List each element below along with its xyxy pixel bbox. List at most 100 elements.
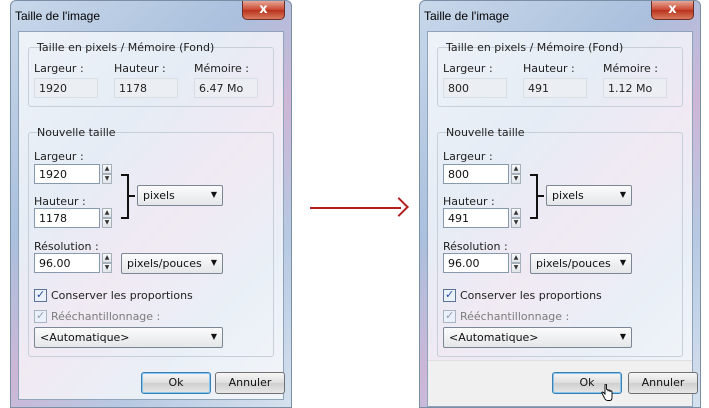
link-bracket-tick xyxy=(538,195,544,197)
spin-down-icon[interactable]: ▼ xyxy=(102,263,112,273)
width-readonly-value: 800 xyxy=(443,78,507,98)
height-spinner[interactable]: ▲ ▼ xyxy=(511,208,521,228)
width-label: Largeur : xyxy=(34,150,84,163)
spin-up-icon[interactable]: ▲ xyxy=(102,208,112,218)
units-select[interactable]: pixels ▼ xyxy=(137,185,223,206)
checkmark-icon: ✓ xyxy=(445,309,455,322)
height-label: Hauteur : xyxy=(34,195,86,208)
link-bracket-tick xyxy=(129,195,135,197)
title-bar: Taille de l'image x xyxy=(11,1,291,29)
resample-label: Rééchantillonnage : xyxy=(51,310,161,323)
height-label: Hauteur : xyxy=(443,195,495,208)
cancel-button[interactable]: Annuler xyxy=(628,372,698,394)
memory-readonly-value: 6.47 Mo xyxy=(194,78,258,98)
width-spinner[interactable]: ▲ ▼ xyxy=(102,164,112,184)
keep-proportions-label[interactable]: Conserver les proportions xyxy=(460,289,602,302)
keep-proportions-label[interactable]: Conserver les proportions xyxy=(51,289,193,302)
width-readonly-label: Largeur : xyxy=(443,62,493,75)
title-bar: Taille de l'image x xyxy=(420,1,700,29)
height-input[interactable] xyxy=(34,208,100,228)
resolution-spinner[interactable]: ▲ ▼ xyxy=(511,253,521,273)
height-spinner[interactable]: ▲ ▼ xyxy=(102,208,112,228)
units-select[interactable]: pixels ▼ xyxy=(546,185,632,206)
chevron-down-icon: ▼ xyxy=(210,190,217,199)
units-select-value: pixels xyxy=(552,189,584,202)
transition-arrow-icon xyxy=(389,197,409,217)
spin-down-icon[interactable]: ▼ xyxy=(511,218,521,228)
height-readonly-label: Hauteur : xyxy=(523,62,575,75)
memory-group: Taille en pixels / Mémoire (Fond) Largeu… xyxy=(28,41,274,107)
height-readonly-label: Hauteur : xyxy=(114,62,166,75)
new-size-group-title: Nouvelle taille xyxy=(446,126,525,139)
spin-up-icon[interactable]: ▲ xyxy=(511,208,521,218)
checkmark-icon: ✓ xyxy=(445,288,455,301)
close-button[interactable]: x xyxy=(651,1,694,20)
memory-readonly-label: Mémoire : xyxy=(603,62,659,75)
link-bracket-icon xyxy=(121,174,129,219)
resolution-label: Résolution : xyxy=(34,240,99,253)
height-input[interactable] xyxy=(443,208,509,228)
ok-button[interactable]: Ok xyxy=(141,372,211,394)
memory-readonly-label: Mémoire : xyxy=(194,62,250,75)
transition-arrow-line xyxy=(310,207,401,209)
resample-label: Rééchantillonnage : xyxy=(460,310,570,323)
width-readonly-label: Largeur : xyxy=(34,62,84,75)
memory-group: Taille en pixels / Mémoire (Fond) Largeu… xyxy=(437,41,683,107)
dialog-title: Taille de l'image xyxy=(15,9,101,23)
keep-proportions-checkbox[interactable]: ✓ xyxy=(443,288,456,302)
spin-down-icon[interactable]: ▼ xyxy=(102,174,112,184)
link-bracket-icon xyxy=(530,174,538,219)
width-readonly-value: 1920 xyxy=(34,78,98,98)
spin-up-icon[interactable]: ▲ xyxy=(511,253,521,263)
dialog-client-area: Taille en pixels / Mémoire (Fond) Largeu… xyxy=(18,31,285,400)
spin-up-icon[interactable]: ▲ xyxy=(102,164,112,174)
chevron-down-icon: ▼ xyxy=(210,332,217,341)
width-spinner[interactable]: ▲ ▼ xyxy=(511,164,521,184)
width-input[interactable] xyxy=(443,164,509,184)
checkmark-icon: ✓ xyxy=(36,288,46,301)
height-readonly-value: 1178 xyxy=(114,78,178,98)
resolution-label: Résolution : xyxy=(443,240,508,253)
keep-proportions-checkbox[interactable]: ✓ xyxy=(34,288,47,302)
spin-down-icon[interactable]: ▼ xyxy=(511,263,521,273)
cancel-button[interactable]: Annuler xyxy=(215,372,285,394)
resolution-unit-value: pixels/pouces xyxy=(536,257,611,270)
spin-up-icon[interactable]: ▲ xyxy=(511,164,521,174)
new-size-group: Nouvelle taille Largeur : ▲ ▼ Hauteur : … xyxy=(28,126,274,357)
close-button[interactable]: x xyxy=(242,1,285,20)
dialog-title: Taille de l'image xyxy=(424,9,510,23)
resample-select-value: <Automatique> xyxy=(40,331,130,344)
resample-select[interactable]: <Automatique> ▼ xyxy=(34,327,223,348)
units-select-value: pixels xyxy=(143,189,175,202)
dialog-window-after: Taille de l'image x Taille en pixels / M… xyxy=(419,0,701,408)
resolution-unit-value: pixels/pouces xyxy=(127,257,202,270)
resample-checkbox: ✓ xyxy=(34,309,47,323)
resolution-input[interactable] xyxy=(443,253,509,273)
hand-cursor-icon xyxy=(601,384,613,401)
dialog-client-area: Taille en pixels / Mémoire (Fond) Largeu… xyxy=(427,31,698,407)
chevron-down-icon: ▼ xyxy=(619,258,626,267)
memory-group-title: Taille en pixels / Mémoire (Fond) xyxy=(446,41,624,54)
width-label: Largeur : xyxy=(443,150,493,163)
resolution-unit-select[interactable]: pixels/pouces ▼ xyxy=(121,253,223,274)
new-size-group-title: Nouvelle taille xyxy=(37,126,116,139)
memory-group-title: Taille en pixels / Mémoire (Fond) xyxy=(37,41,215,54)
new-size-group: Nouvelle taille Largeur : ▲ ▼ Hauteur : … xyxy=(437,126,683,357)
resample-checkbox: ✓ xyxy=(443,309,456,323)
resolution-unit-select[interactable]: pixels/pouces ▼ xyxy=(530,253,632,274)
chevron-down-icon: ▼ xyxy=(210,258,217,267)
dialog-window-before: Taille de l'image x Taille en pixels / M… xyxy=(10,0,292,408)
resample-select-value: <Automatique> xyxy=(449,331,539,344)
spin-down-icon[interactable]: ▼ xyxy=(102,218,112,228)
chevron-down-icon: ▼ xyxy=(619,332,626,341)
memory-readonly-value: 1.12 Mo xyxy=(603,78,667,98)
spin-down-icon[interactable]: ▼ xyxy=(511,174,521,184)
resample-select[interactable]: <Automatique> ▼ xyxy=(443,327,632,348)
width-input[interactable] xyxy=(34,164,100,184)
spin-up-icon[interactable]: ▲ xyxy=(102,253,112,263)
resolution-spinner[interactable]: ▲ ▼ xyxy=(102,253,112,273)
height-readonly-value: 491 xyxy=(523,78,587,98)
chevron-down-icon: ▼ xyxy=(619,190,626,199)
checkmark-icon: ✓ xyxy=(36,309,46,322)
resolution-input[interactable] xyxy=(34,253,100,273)
